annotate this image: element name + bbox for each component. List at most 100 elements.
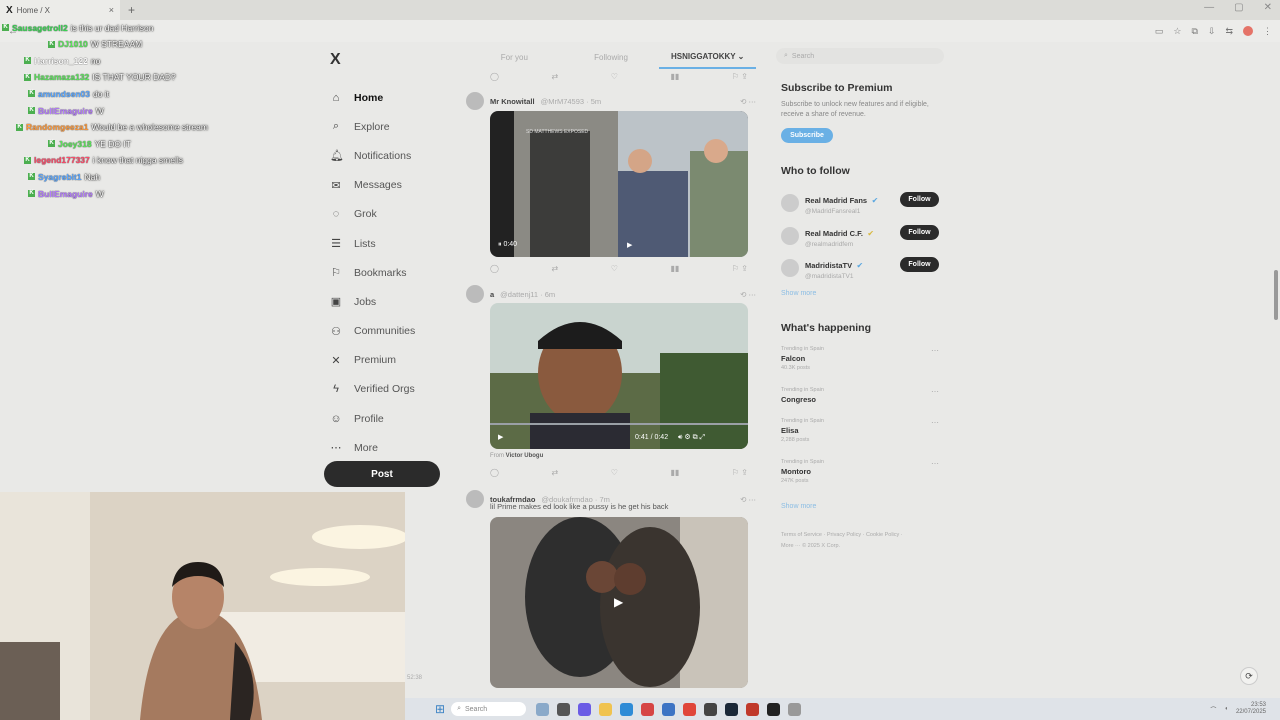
page-scrollbar[interactable]: [1274, 270, 1278, 320]
sidebar-item-verified-orgs[interactable]: ϟ Verified Orgs: [324, 375, 444, 404]
terminal-icon[interactable]: [767, 702, 781, 716]
sidebar-item-jobs[interactable]: ▣ Jobs: [324, 287, 444, 316]
subscribe-button[interactable]: Subscribe: [781, 128, 833, 143]
translate-icon[interactable]: ⇆: [1225, 26, 1233, 37]
more-icon[interactable]: ⟲ ⋯: [740, 495, 756, 504]
follow-button[interactable]: Follow: [900, 192, 939, 207]
bookmark-icon[interactable]: ⚐ ⇪: [732, 468, 748, 477]
chat-username[interactable]: Harrison_122: [33, 56, 89, 66]
grok-float-icon[interactable]: ⟳: [1240, 667, 1258, 685]
show-more-link[interactable]: Show more: [781, 290, 816, 297]
sidebar-item-explore[interactable]: ⌕ Explore: [324, 112, 444, 141]
chrome-icon[interactable]: [683, 702, 697, 716]
sidebar-item-profile[interactable]: ☺ Profile: [324, 404, 444, 433]
edge-icon[interactable]: [620, 702, 634, 716]
chat-username[interactable]: BullEmaguire: [37, 106, 94, 116]
window-close-button[interactable]: ✕: [1264, 2, 1272, 13]
more-icon[interactable]: ⟲ ⋯: [740, 290, 756, 299]
chat-username[interactable]: Hazamaza132: [33, 72, 90, 82]
volume-icon[interactable]: ◖: [1224, 706, 1228, 712]
avatar[interactable]: [781, 258, 799, 277]
extensions-icon[interactable]: ⧉: [1191, 26, 1197, 37]
maximize-button[interactable]: ▢: [1234, 2, 1243, 13]
repost-icon[interactable]: ⇄: [552, 72, 559, 81]
from-user[interactable]: Victor Ubogu: [506, 453, 544, 459]
tab-close-icon[interactable]: ×: [109, 5, 114, 15]
menu-icon[interactable]: ⋮: [1263, 26, 1272, 37]
x-home-logo-icon[interactable]: X: [330, 51, 444, 69]
play-icon[interactable]: ▶: [614, 595, 623, 609]
tweet-author[interactable]: Mr Knowitall: [490, 97, 535, 106]
trend-item[interactable]: Trending in Spain Elisa 2,288 posts ⋯: [781, 418, 939, 443]
more-icon[interactable]: ⋯: [931, 387, 939, 396]
repost-icon[interactable]: ⇄: [552, 468, 559, 477]
chat-username[interactable]: Randomgeeza1: [25, 122, 89, 132]
tweet-video[interactable]: ▶ 0:41 / 0:42 🔊︎ ⚙ ⧉ ⤢: [490, 303, 748, 449]
trend-item[interactable]: Trending in Spain Montoro 247K posts ⋯: [781, 459, 939, 484]
chat-username[interactable]: DJ1010: [57, 39, 89, 49]
tab-custom-list[interactable]: HSNIGGATOKKY ⌄: [659, 45, 757, 69]
task-view-icon[interactable]: [557, 702, 571, 716]
store-icon[interactable]: [662, 702, 676, 716]
sidebar-item-notifications[interactable]: 🔔︎ Notifications: [324, 141, 444, 170]
follow-button[interactable]: Follow: [900, 225, 939, 240]
sidebar-item-premium[interactable]: ✕ Premium: [324, 346, 444, 375]
mail-icon[interactable]: [641, 702, 655, 716]
post-button[interactable]: Post: [324, 461, 440, 487]
avatar[interactable]: [781, 193, 799, 212]
trend-item[interactable]: Trending in Spain Congreso ⋯: [781, 387, 939, 404]
reply-icon[interactable]: ◯: [490, 72, 499, 81]
avatar[interactable]: [466, 92, 484, 110]
chat-username[interactable]: BullEmaguire: [37, 189, 94, 199]
chat-username[interactable]: Sausagetroll2: [11, 23, 69, 33]
views-icon[interactable]: ▮▮: [671, 468, 680, 477]
tab-for-you[interactable]: For you: [466, 45, 563, 69]
trend-item[interactable]: Trending in Spain Falcon 40.3K posts ⋯: [781, 346, 939, 371]
more-icon[interactable]: ⋯: [931, 418, 939, 427]
tab-following[interactable]: Following: [563, 45, 660, 69]
more-icon[interactable]: ⋯: [931, 459, 939, 468]
chat-username[interactable]: Joey318: [57, 139, 93, 149]
bookmark-icon[interactable]: ⚐ ⇪: [732, 264, 748, 273]
sidebar-item-lists[interactable]: ☰ Lists: [324, 229, 444, 258]
like-icon[interactable]: ♡: [611, 72, 618, 81]
footer-line[interactable]: Terms of Service · Privacy Policy · Cook…: [781, 530, 931, 541]
sidebar-item-more[interactable]: ⋯ More: [324, 433, 444, 462]
play-icon[interactable]: ▶: [627, 241, 632, 249]
reply-icon[interactable]: ◯: [490, 468, 499, 477]
play-icon[interactable]: ▶: [498, 433, 503, 441]
footer-line[interactable]: More ··· © 2025 X Corp.: [781, 541, 931, 552]
views-icon[interactable]: ▮▮: [671, 264, 680, 273]
tweet-video[interactable]: ▶: [490, 517, 748, 688]
minimize-button[interactable]: —: [1204, 2, 1214, 13]
avatar[interactable]: [781, 226, 799, 245]
like-icon[interactable]: ♡: [611, 264, 618, 273]
wifi-icon[interactable]: ⌒: [1210, 705, 1216, 714]
file-explorer-icon[interactable]: [599, 702, 613, 716]
copilot-icon[interactable]: [578, 702, 592, 716]
like-icon[interactable]: ♡: [611, 468, 618, 477]
avatar[interactable]: [466, 490, 484, 508]
profile-avatar-icon[interactable]: [1243, 25, 1253, 36]
new-tab-button[interactable]: +: [128, 3, 135, 17]
avatar[interactable]: [466, 285, 484, 303]
widgets-icon[interactable]: [536, 702, 550, 716]
taskbar-search[interactable]: ⌕ Search: [451, 702, 527, 716]
star-icon[interactable]: ☆: [1173, 26, 1181, 37]
start-button-icon[interactable]: ⊞: [435, 702, 445, 716]
more-icon[interactable]: ⟲ ⋯: [740, 97, 756, 106]
clock[interactable]: 23:53 22/07/2025: [1236, 702, 1266, 716]
tweet-author[interactable]: a: [490, 290, 494, 299]
download-icon[interactable]: ⇩: [1208, 26, 1216, 37]
search-input[interactable]: ⌕ Search: [776, 48, 944, 64]
settings-icon[interactable]: [788, 702, 802, 716]
cast-icon[interactable]: ▭: [1155, 26, 1164, 37]
reply-icon[interactable]: ◯: [490, 264, 499, 273]
sidebar-item-home[interactable]: ⌂ Home: [324, 83, 444, 112]
follow-button[interactable]: Follow: [900, 257, 939, 272]
tweet-video[interactable]: SD MATTHEWS EXPOSED ⏸ 0:40 ▶: [490, 111, 748, 257]
steam-icon[interactable]: [725, 702, 739, 716]
chat-username[interactable]: Syagrebit1: [37, 172, 82, 182]
bookmark-icon[interactable]: ⚐ ⇪: [732, 72, 748, 81]
browser-tab[interactable]: X Home / X ×: [0, 0, 120, 20]
